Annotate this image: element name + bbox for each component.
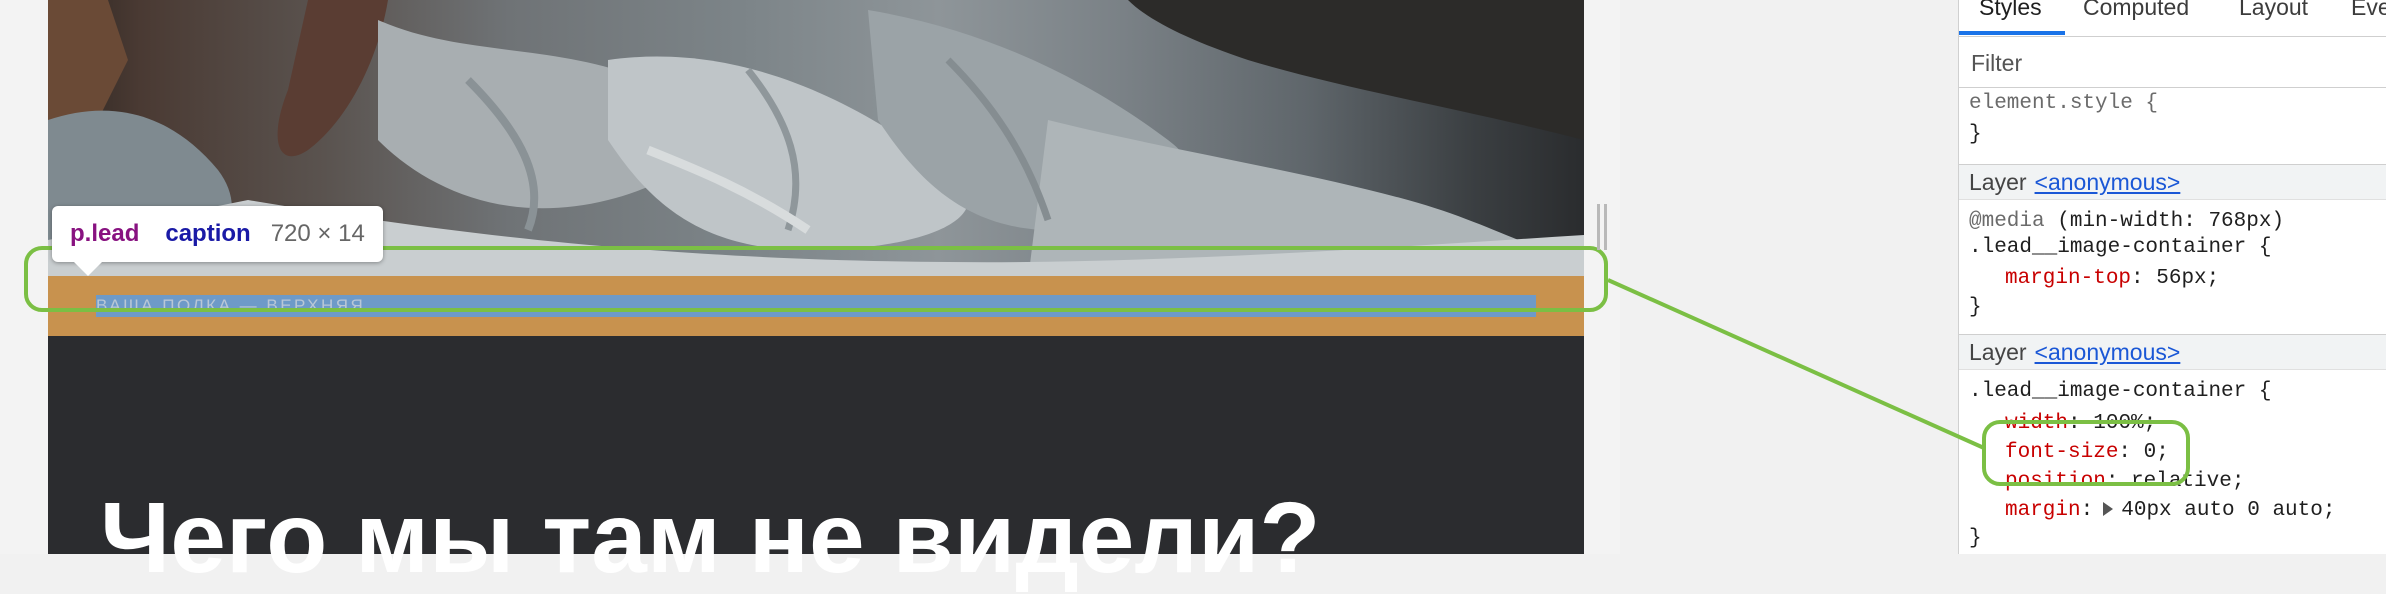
tab-styles[interactable]: Styles [1979,0,2042,21]
element-style-close: } [1969,123,1982,146]
devtools-tabbar: Styles Computed Layout Eve [1959,0,2386,37]
prop-colon: : [2131,267,2157,290]
font-size-callout-outline [1982,420,2190,486]
tab-layout[interactable]: Layout [2239,0,2308,21]
layer-bar-2: Layer <anonymous> [1959,334,2386,370]
inspect-tooltip: p.lead caption 720 × 14 [52,206,383,276]
layer-word-2: Layer [1969,339,2027,365]
media-query-line: @media (min-width: 768px) [1969,210,2284,233]
filter-row [1959,37,2386,88]
layer-word-1: Layer [1969,169,2027,195]
prop-value: 40px auto 0 auto; [2121,499,2336,522]
prop-name: margin [2005,499,2081,522]
rule2-close: } [1969,527,1982,550]
media-keyword: @media [1969,210,2045,233]
page-viewport: ВАША ПОЛКА — ВЕРХНЯЯ Чего мы там не виде… [0,0,1620,588]
rule1-prop-margin-top[interactable]: margin-top: 56px; [2005,267,2219,290]
layer-bar-1: Layer <anonymous> [1959,164,2386,200]
rule2-selector[interactable]: .lead__image-container { [1969,380,2271,403]
styles-filter-input[interactable] [1969,45,2373,81]
article-headline: Чего мы там не видели? [100,482,1321,594]
prop-name: margin-top [2005,267,2132,290]
element-style-selector[interactable]: element.style { [1969,92,2158,115]
rule2-prop-margin[interactable]: margin: 40px auto 0 auto; [2005,499,2335,522]
tab-event-listeners[interactable]: Eve [2351,0,2386,21]
tooltip-size: 720 × 14 [270,220,365,247]
prop-colon: : [2080,499,2094,522]
prop-value: 56px; [2156,267,2220,290]
callout-connector-line [1607,278,1985,450]
expand-shorthand-icon[interactable] [2103,502,2114,517]
layer-link-2[interactable]: <anonymous> [2035,339,2181,365]
rule1-selector[interactable]: .lead__image-container { [1969,236,2271,259]
layer-link-1[interactable]: <anonymous> [2035,169,2181,195]
layer-label-2: Layer <anonymous> [1969,339,2180,366]
tab-computed[interactable]: Computed [2083,0,2189,21]
active-tab-indicator [1959,31,2065,35]
tooltip-tag: p.lead [70,220,140,247]
tooltip-class: caption [165,220,251,247]
media-query: (min-width: 768px) [2057,210,2285,233]
panel-resize-handle[interactable] [1597,204,1607,250]
rule1-close: } [1969,296,1982,319]
layer-label-1: Layer <anonymous> [1969,169,2180,196]
